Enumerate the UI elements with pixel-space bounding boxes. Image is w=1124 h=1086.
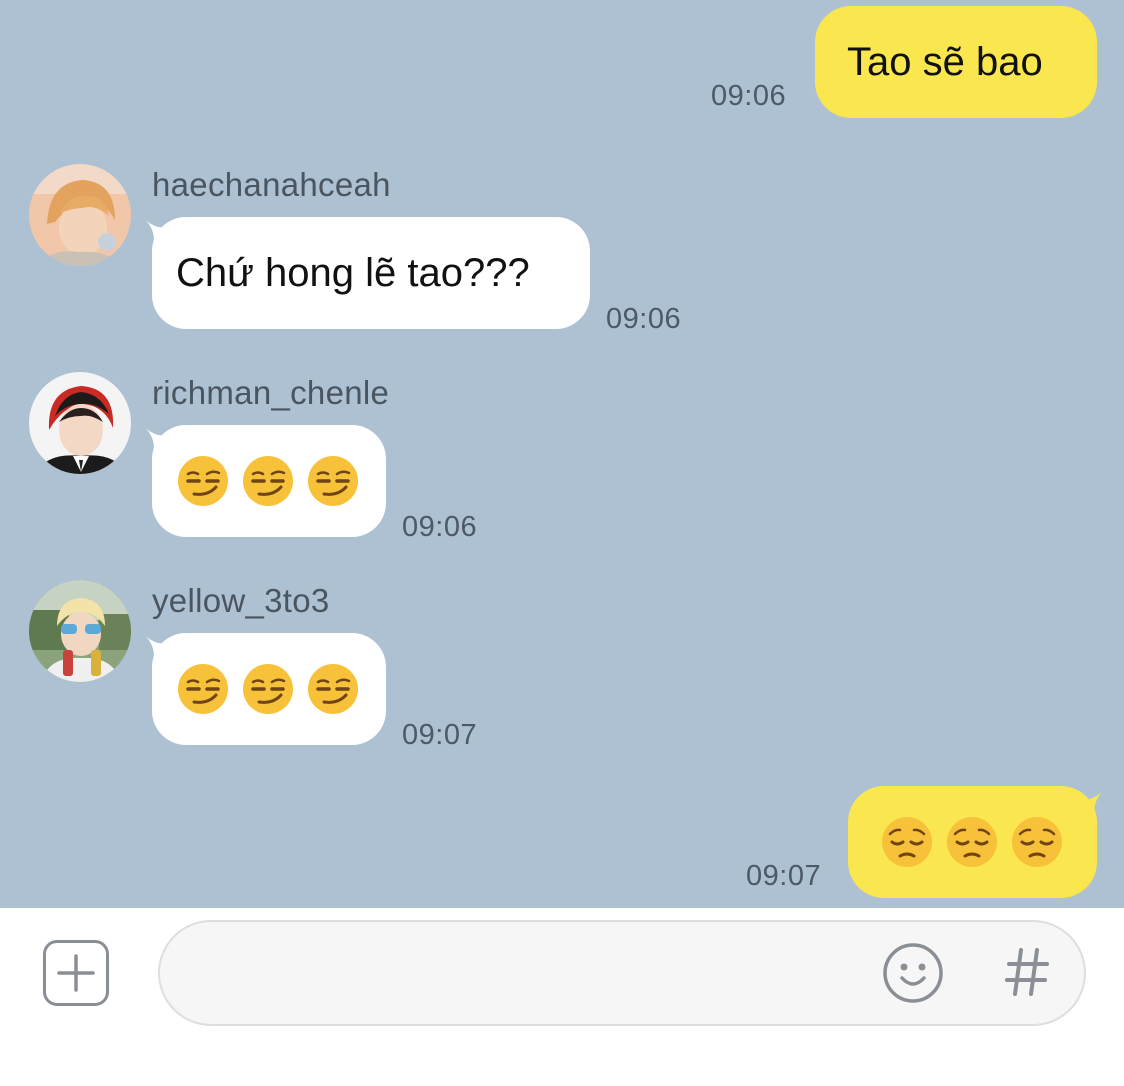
message-time: 09:07 bbox=[746, 860, 822, 892]
smirk-emoji-icon bbox=[308, 456, 358, 506]
emoji-group bbox=[880, 815, 1064, 869]
smirk-emoji-icon bbox=[308, 664, 358, 714]
pensive-emoji-icon bbox=[947, 817, 997, 867]
message-input[interactable] bbox=[158, 920, 1086, 1026]
pensive-emoji-icon bbox=[1012, 817, 1062, 867]
chat-area[interactable]: Tao sẽ bao 09:06 haechanahceah Chứ hong … bbox=[0, 0, 1124, 908]
incoming-message-bubble[interactable] bbox=[152, 633, 386, 745]
emoji-button[interactable] bbox=[882, 942, 944, 1004]
incoming-message-bubble[interactable]: Chứ hong lẽ tao??? bbox=[152, 217, 590, 329]
sender-name: richman_chenle bbox=[152, 374, 390, 411]
message-text: Tao sẽ bao bbox=[847, 39, 1043, 84]
message-time: 09:06 bbox=[711, 80, 787, 112]
hashtag-button[interactable] bbox=[1003, 940, 1051, 1004]
attach-button[interactable] bbox=[43, 940, 109, 1006]
incoming-message-bubble[interactable] bbox=[152, 425, 386, 537]
smirk-emoji-icon bbox=[178, 664, 228, 714]
smirk-emoji-icon bbox=[243, 664, 293, 714]
hashtag-icon bbox=[1005, 948, 1049, 996]
emoji-group bbox=[176, 662, 360, 716]
smirk-emoji-icon bbox=[178, 456, 228, 506]
plus-square-icon bbox=[57, 954, 95, 992]
emoji-group bbox=[176, 454, 360, 508]
avatar[interactable] bbox=[29, 372, 131, 474]
outgoing-message-bubble[interactable] bbox=[848, 786, 1097, 898]
smirk-emoji-icon bbox=[243, 456, 293, 506]
avatar[interactable] bbox=[29, 164, 131, 266]
avatar[interactable] bbox=[29, 580, 131, 682]
message-time: 09:06 bbox=[606, 303, 682, 335]
message-time: 09:07 bbox=[402, 719, 478, 751]
message-time: 09:06 bbox=[402, 511, 478, 543]
sender-name: haechanahceah bbox=[152, 166, 391, 203]
smiley-icon bbox=[883, 943, 943, 1003]
sender-name: yellow_3to3 bbox=[152, 582, 330, 619]
pensive-emoji-icon bbox=[882, 817, 932, 867]
outgoing-message-bubble[interactable]: Tao sẽ bao bbox=[815, 6, 1097, 118]
message-text: Chứ hong lẽ tao??? bbox=[176, 250, 530, 295]
